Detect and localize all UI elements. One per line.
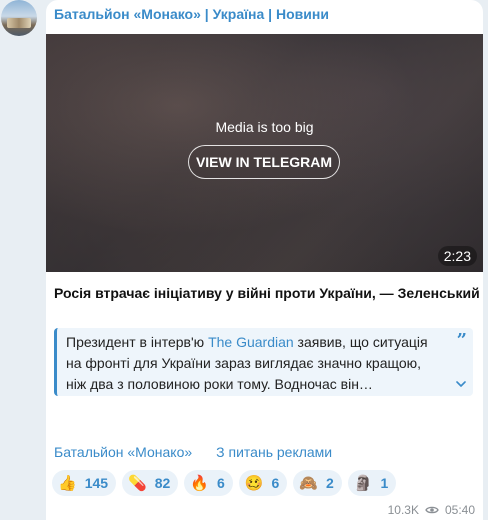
moai-icon: 🗿 <box>353 473 373 492</box>
reaction-count: 6 <box>271 475 280 491</box>
channel-link[interactable]: Батальйон «Монако» <box>54 444 192 460</box>
reaction-count: 1 <box>380 475 389 491</box>
reaction-fire[interactable]: 🔥 6 <box>184 470 233 496</box>
post-headline: Росія втрачає ініціативу у війні проти У… <box>54 285 480 301</box>
reaction-woozy-face[interactable]: 🥴 6 <box>238 470 288 496</box>
blockquote[interactable]: Президент в інтерв'ю The Guardian заявив… <box>54 328 473 396</box>
footer-links: Батальйон «Монако» З питань реклами <box>54 444 332 460</box>
view-count: 10.3K <box>387 503 419 517</box>
chevron-down-icon[interactable] <box>455 378 467 390</box>
message-bubble: Батальйон «Монако» | Україна | Новини Me… <box>46 0 483 520</box>
post-time: 05:40 <box>444 503 475 517</box>
thumbs-up-icon: 👍 <box>58 473 77 492</box>
message-meta: 10.3K 05:40 <box>388 503 475 517</box>
channel-name[interactable]: Батальйон «Монако» | Україна | Новини <box>54 6 329 22</box>
woozy-face-icon: 🥴 <box>244 473 264 492</box>
reaction-pill[interactable]: 💊 82 <box>122 470 179 496</box>
reaction-count: 2 <box>325 475 334 491</box>
reaction-count: 6 <box>217 475 225 491</box>
eye-icon <box>425 506 439 514</box>
pill-icon: 💊 <box>128 473 147 492</box>
reaction-moai[interactable]: 🗿 1 <box>347 470 397 496</box>
video-duration: 2:23 <box>437 246 477 266</box>
reactions-bar: 👍 145 💊 82 🔥 6 🥴 6 🙈 2 🗿 1 <box>52 470 397 496</box>
reaction-see-no-evil-monkey[interactable]: 🙈 2 <box>293 470 342 496</box>
view-in-telegram-button[interactable]: VIEW IN TELEGRAM <box>188 145 340 179</box>
see-no-evil-monkey-icon: 🙈 <box>299 473 318 492</box>
quote-text-start: Президент в інтерв'ю <box>66 334 209 350</box>
ads-link[interactable]: З питань реклами <box>216 444 332 460</box>
channel-avatar[interactable] <box>1 0 37 36</box>
reaction-thumbs-up[interactable]: 👍 145 <box>52 470 117 496</box>
fire-icon: 🔥 <box>190 473 209 492</box>
quote-icon: ” <box>456 330 467 351</box>
guardian-link[interactable]: The Guardian <box>208 334 294 350</box>
media-too-big-note: Media is too big <box>215 119 314 135</box>
reaction-count: 82 <box>154 475 171 491</box>
video-preview[interactable]: Media is too big VIEW IN TELEGRAM 2:23 <box>46 34 483 272</box>
reaction-count: 145 <box>84 475 109 491</box>
